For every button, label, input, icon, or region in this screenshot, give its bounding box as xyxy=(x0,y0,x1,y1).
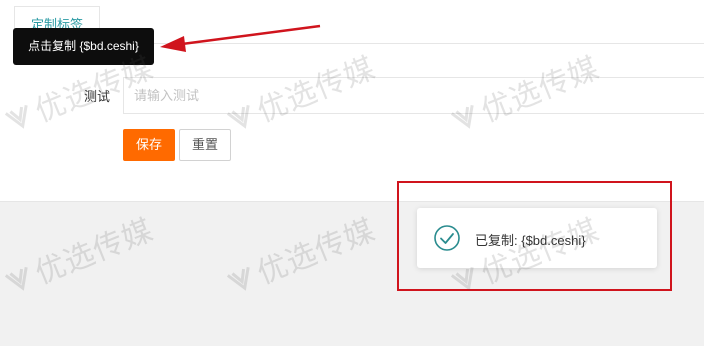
save-button[interactable]: 保存 xyxy=(123,129,175,161)
copy-success-toast: 已复制: {$bd.ceshi} xyxy=(417,208,657,268)
check-circle-icon xyxy=(434,225,460,251)
test-input[interactable] xyxy=(123,77,704,114)
reset-button[interactable]: 重置 xyxy=(179,129,231,161)
toast-message: 已复制: {$bd.ceshi} xyxy=(475,233,586,248)
watermark: 优选传媒 xyxy=(0,205,159,304)
test-field-label: 测试 xyxy=(83,89,110,104)
watermark-logo-icon xyxy=(226,266,250,291)
watermark: 优选传媒 xyxy=(220,205,381,304)
copy-tooltip: 点击复制 {$bd.ceshi} xyxy=(13,28,154,65)
tab-bar-divider xyxy=(100,43,704,44)
watermark-logo-icon xyxy=(4,266,28,291)
